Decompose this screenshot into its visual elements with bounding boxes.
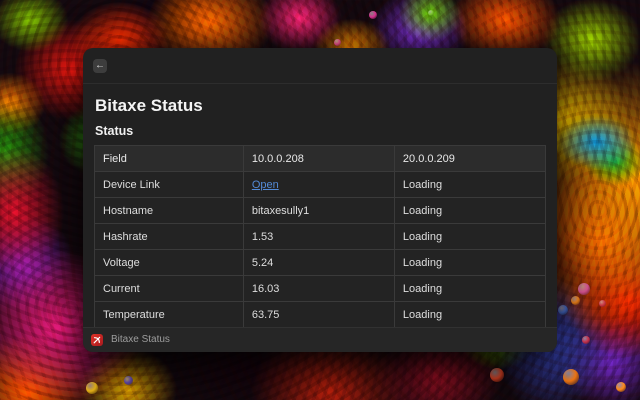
column-header-device1: 10.0.0.208 <box>243 146 394 172</box>
wallpaper-dot <box>599 300 606 307</box>
value-cell-device1: 1.53 <box>243 224 394 250</box>
status-table: Field 10.0.0.208 20.0.0.209 Device Link … <box>94 145 546 328</box>
wallpaper-dot <box>571 296 580 305</box>
status-table-body: Field 10.0.0.208 20.0.0.209 Device Link … <box>95 146 546 329</box>
section-heading-status: Status <box>95 124 546 139</box>
table-header-row: Field 10.0.0.208 20.0.0.209 <box>95 146 546 172</box>
field-cell: Temperature <box>95 302 244 328</box>
value-cell-device2: Loading <box>394 250 545 276</box>
back-arrow-icon: ← <box>95 61 105 71</box>
table-row: Device Link Open Loading <box>95 172 546 198</box>
value-cell-device1: 63.75 <box>243 302 394 328</box>
open-device-link[interactable]: Open <box>252 179 279 191</box>
column-header-field: Field <box>95 146 244 172</box>
value-cell-device2: Loading <box>394 198 545 224</box>
field-cell: Hostname <box>95 198 244 224</box>
value-cell-device1: Open <box>243 172 394 198</box>
page-title: Bitaxe Status <box>95 96 546 116</box>
value-cell-device2: Loading <box>394 224 545 250</box>
value-cell-device1: 5.24 <box>243 250 394 276</box>
table-row: Hashrate 1.53 Loading <box>95 224 546 250</box>
table-row: Hostname bitaxesully1 Loading <box>95 198 546 224</box>
wallpaper-dot <box>558 305 568 315</box>
wallpaper-dot <box>124 376 133 385</box>
wallpaper-dot <box>563 369 579 385</box>
wallpaper-dot <box>578 283 590 295</box>
column-header-device2: 20.0.0.209 <box>394 146 545 172</box>
field-cell: Voltage <box>95 250 244 276</box>
field-cell: Device Link <box>95 172 244 198</box>
wallpaper-dot <box>428 10 434 16</box>
value-cell-device1: bitaxesully1 <box>243 198 394 224</box>
bitaxe-logo-icon <box>91 334 103 346</box>
footer-app-name: Bitaxe Status <box>111 335 170 345</box>
wallpaper-dot <box>616 382 626 392</box>
value-cell-device2: Loading <box>394 302 545 328</box>
wallpaper-dot <box>334 39 341 46</box>
field-cell: Hashrate <box>95 224 244 250</box>
status-table-wrap: Field 10.0.0.208 20.0.0.209 Device Link … <box>94 145 546 328</box>
field-cell: Current <box>95 276 244 302</box>
window-body: Bitaxe Status Status Field 10.0.0.208 20… <box>83 96 557 328</box>
back-button[interactable]: ← <box>93 59 107 73</box>
footer-bar: Bitaxe Status <box>83 327 557 352</box>
value-cell-device2: Loading <box>394 172 545 198</box>
wallpaper-dot <box>582 336 590 344</box>
window-header: ← <box>83 48 557 84</box>
value-cell-device2: Loading <box>394 276 545 302</box>
wallpaper-dot <box>490 368 504 382</box>
wallpaper-dot <box>86 382 98 394</box>
table-row: Temperature 63.75 Loading <box>95 302 546 328</box>
wallpaper-dot <box>369 11 377 19</box>
table-row: Current 16.03 Loading <box>95 276 546 302</box>
table-row: Voltage 5.24 Loading <box>95 250 546 276</box>
value-cell-device1: 16.03 <box>243 276 394 302</box>
bitaxe-status-window: ← Bitaxe Status Status Field 10.0.0.208 … <box>83 48 557 352</box>
